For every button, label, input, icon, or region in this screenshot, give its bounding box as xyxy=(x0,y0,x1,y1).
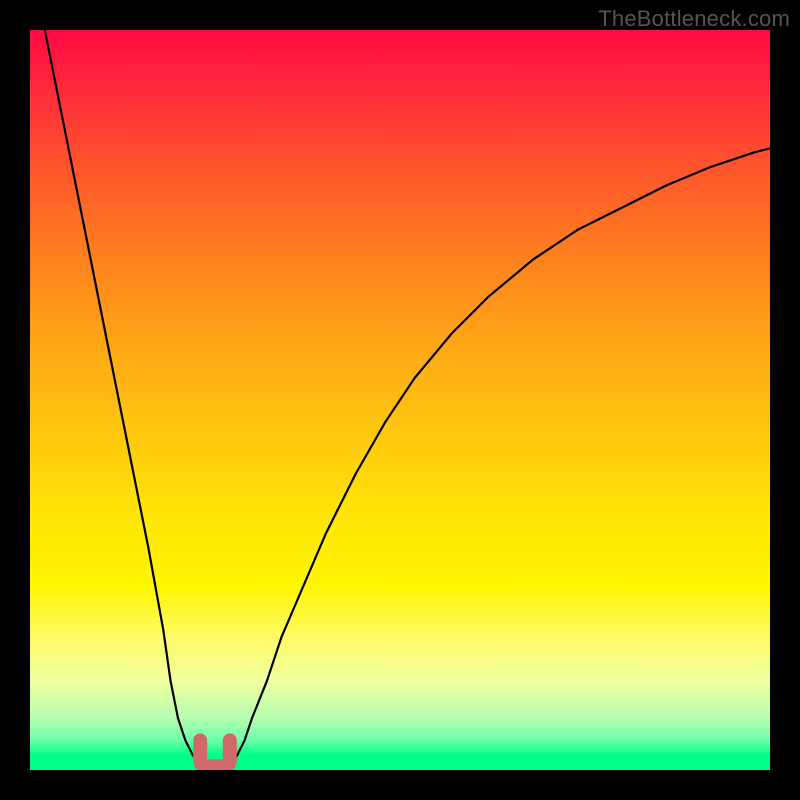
chart-frame: TheBottleneck.com xyxy=(0,0,800,800)
plot-area xyxy=(30,30,770,770)
curve-left-branch xyxy=(45,30,200,766)
curve-layer xyxy=(30,30,770,770)
minimum-marker xyxy=(200,740,230,766)
watermark-text: TheBottleneck.com xyxy=(598,6,790,32)
curve-right-branch xyxy=(230,148,770,766)
